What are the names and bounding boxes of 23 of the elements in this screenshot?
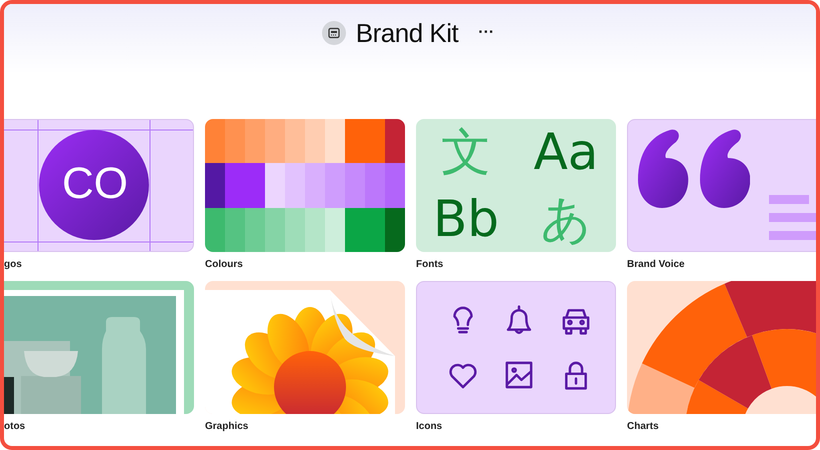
font-sample: あ (540, 188, 592, 249)
tile-card[interactable]: 文 Aa Bb あ (416, 119, 616, 252)
more-button[interactable]: ··· (474, 24, 498, 42)
tile-label: Colours (205, 259, 244, 271)
tile-label: Fonts (416, 259, 444, 271)
tile-card[interactable] (205, 119, 405, 252)
tile-label: gos (4, 259, 23, 271)
text-lines-icon (769, 195, 816, 240)
tile-label: Charts (627, 421, 660, 433)
brand-logo-icon (322, 21, 346, 45)
tile-label: Icons (416, 421, 444, 433)
quote-mark-icon (638, 128, 750, 208)
tile-label: Brand Voice (627, 259, 686, 271)
logo-text: CO (61, 158, 129, 210)
tile-label: otos (4, 421, 26, 433)
tile-card[interactable]: CO (4, 119, 194, 252)
tile-card[interactable] (416, 281, 616, 414)
font-sample: Aa (534, 122, 598, 182)
tile-label: Graphics (205, 421, 250, 433)
page-title: Brand Kit (356, 18, 458, 48)
font-sample: 文 (441, 122, 491, 182)
tile-card[interactable] (627, 119, 816, 252)
font-sample: Bb (432, 188, 500, 249)
